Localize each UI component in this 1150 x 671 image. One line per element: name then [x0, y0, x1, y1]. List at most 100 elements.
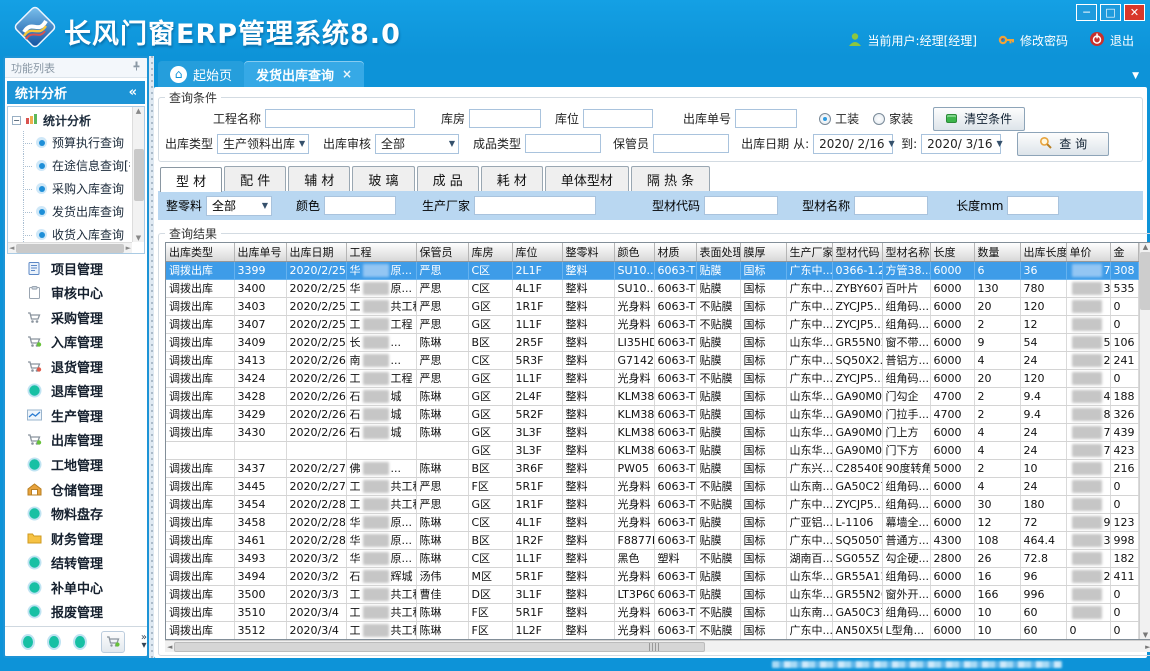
collapse-icon[interactable]: «	[129, 85, 137, 100]
module-dot-icon[interactable]	[75, 636, 85, 648]
table-row[interactable]: 调拨出库35102020/3/4工共工程陈琳F区5R1F整料光身料6063-T5…	[166, 603, 1138, 621]
sidebar-item[interactable]: 结转管理	[5, 553, 147, 572]
logout[interactable]: 退出	[1089, 31, 1134, 50]
table-row[interactable]: 调拨出库34002020/2/25华原...严思C区4L1F整料SU10...6…	[166, 279, 1138, 297]
table-row[interactable]: 调拨出库34932020/3/2华原...陈琳C区1L1F整料黑色塑料不贴膜国标…	[166, 549, 1138, 567]
stats-section-header[interactable]: 统计分析 «	[7, 81, 145, 104]
table-horizontal-scrollbar[interactable]: ◄ ►	[165, 640, 1150, 652]
column-header[interactable]: 长度	[930, 243, 974, 261]
material-tab[interactable]: 型 材	[160, 167, 222, 192]
sidebar-item[interactable]: 财务管理	[5, 529, 147, 548]
tree-horizontal-scrollbar[interactable]: ◄ ►	[8, 242, 132, 253]
column-header[interactable]: 出库日期	[286, 243, 346, 261]
table-row[interactable]: 调拨出库33992020/2/25华原...严思C区2L1F整料SU10...6…	[166, 261, 1138, 279]
sidebar-item[interactable]: 报废管理	[5, 602, 147, 621]
product-type-input[interactable]	[525, 134, 601, 153]
tree-item[interactable]: 预算执行查询	[12, 131, 130, 154]
length-input[interactable]	[1007, 196, 1059, 215]
table-row[interactable]: 调拨出库34302020/2/26石城陈琳G区3L3F整料KLM38176063…	[166, 423, 1138, 441]
date-from-select[interactable]: 2020/ 2/16▼	[813, 134, 893, 154]
scroll-left-icon[interactable]: ◄	[9, 244, 14, 252]
column-header[interactable]: 单价	[1066, 243, 1110, 261]
table-vscroll-thumb[interactable]	[1140, 252, 1150, 310]
minimize-button[interactable]: ─	[1076, 4, 1097, 21]
project-name-input[interactable]	[265, 109, 415, 128]
table-row[interactable]: 调拨出库35122020/3/4工共工程陈琳F区1L2F整料光身料6063-T5…	[166, 621, 1138, 639]
sidebar-item[interactable]: 退库管理	[5, 381, 147, 400]
table-row[interactable]: 调拨出库35002020/3/3工共工程曹佳D区3L1F整料LT3P606063…	[166, 585, 1138, 603]
clear-conditions-button[interactable]: 清空条件	[933, 107, 1025, 131]
material-tab[interactable]: 耗 材	[481, 166, 543, 191]
material-tab[interactable]: 单体型材	[545, 166, 629, 191]
sidebar-item[interactable]: 补单中心	[5, 578, 147, 597]
keeper-input[interactable]	[653, 134, 729, 153]
table-row[interactable]: 调拨出库34032020/2/25工共工程严思G区1R1F整料光身料6063-T…	[166, 297, 1138, 315]
column-header[interactable]: 生产厂家	[786, 243, 832, 261]
sidebar-item[interactable]: 出库管理	[5, 430, 147, 449]
column-header[interactable]: 材质	[654, 243, 696, 261]
column-header[interactable]: 库房	[468, 243, 512, 261]
search-button[interactable]: 查 询	[1017, 132, 1109, 156]
column-header[interactable]: 数量	[974, 243, 1020, 261]
profile-code-input[interactable]	[704, 196, 778, 215]
tree-item[interactable]: 发货出库查询	[12, 200, 130, 223]
column-header[interactable]: 金	[1110, 243, 1138, 261]
column-header[interactable]: 膜厚	[740, 243, 786, 261]
module-dot-icon[interactable]	[49, 636, 59, 648]
whole-part-select[interactable]: 全部▼	[206, 196, 272, 216]
table-row[interactable]: 调拨出库34092020/2/25长...陈琳B区2R5F整料LI35HD606…	[166, 333, 1138, 351]
table-row[interactable]: 调拨出库34372020/2/27佛...陈琳B区3R6F整料PW056063-…	[166, 459, 1138, 477]
sidebar-item[interactable]: 工地管理	[5, 455, 147, 474]
module-dot-icon[interactable]	[23, 636, 33, 648]
table-row[interactable]: 调拨出库34282020/2/26石城陈琳G区2L4F整料KLM38176063…	[166, 387, 1138, 405]
tab-shipping-outbound-query[interactable]: 发货出库查询 ×	[244, 61, 364, 87]
column-header[interactable]: 保管员	[416, 243, 468, 261]
scrollbar-grip[interactable]	[649, 643, 659, 651]
scroll-left-icon[interactable]: ◄	[167, 643, 172, 651]
table-row[interactable]: 调拨出库34072020/2/25工工程严思G区1L1F整料光身料6063-T5…	[166, 315, 1138, 333]
column-header[interactable]: 库位	[512, 243, 562, 261]
sidebar-item[interactable]: 仓储管理	[5, 480, 147, 499]
scroll-right-icon[interactable]: ►	[126, 244, 131, 252]
tree-expander-icon[interactable]: −	[12, 116, 21, 125]
maximize-button[interactable]: □	[1100, 4, 1121, 21]
change-password[interactable]: 修改密码	[998, 32, 1068, 50]
table-hscroll-thumb[interactable]	[174, 642, 705, 652]
sidebar-item[interactable]: 审核中心	[5, 283, 147, 302]
column-header[interactable]: 出库单号	[234, 243, 286, 261]
tabstrip-dropdown-icon[interactable]: ▼	[1132, 71, 1139, 81]
tree-hscroll-thumb[interactable]	[16, 244, 123, 253]
sidebar-item[interactable]: 采购管理	[5, 308, 147, 327]
tab-home[interactable]: ⌂ 起始页	[158, 61, 244, 87]
table-row[interactable]: G区3L3F整料KLM38176063-T5贴膜国标山东华...GA90M09.…	[166, 441, 1138, 459]
sidebar-item[interactable]: 入库管理	[5, 332, 147, 351]
scroll-up-icon[interactable]: ▲	[136, 107, 141, 115]
outbound-audit-select[interactable]: 全部▼	[375, 134, 459, 154]
column-header[interactable]: 整零料	[562, 243, 614, 261]
table-row[interactable]: 调拨出库34612020/2/28华原...陈琳B区1R2F整料F8877FT6…	[166, 531, 1138, 549]
color-input[interactable]	[324, 196, 396, 215]
material-tab[interactable]: 辅 材	[288, 166, 350, 191]
column-header[interactable]: 工程	[346, 243, 416, 261]
table-row[interactable]: 调拨出库34132020/2/26南...严思C区5R3F整料G71422606…	[166, 351, 1138, 369]
pin-icon[interactable]	[132, 61, 141, 74]
scroll-up-icon[interactable]: ▲	[1143, 243, 1148, 251]
table-row[interactable]: 调拨出库34292020/2/26石城陈琳G区5R2F整料KLM38176063…	[166, 405, 1138, 423]
tree-item[interactable]: 采购入库查询	[12, 177, 130, 200]
table-vertical-scrollbar[interactable]: ▲ ▼	[1139, 243, 1150, 639]
scroll-right-icon[interactable]: ►	[1145, 643, 1150, 651]
date-to-select[interactable]: 2020/ 3/16▼	[921, 134, 1001, 154]
cart-module-button[interactable]	[101, 631, 125, 653]
table-row[interactable]: 调拨出库34942020/3/2石辉城汤伟M区5R1F整料光身料6063-T5贴…	[166, 567, 1138, 585]
sidebar-item[interactable]: 退货管理	[5, 357, 147, 376]
radio-gongzhuang[interactable]: 工装	[819, 110, 859, 127]
table-row[interactable]: 调拨出库34242020/2/26工工程严思G区1L1F整料光身料6063-T5…	[166, 369, 1138, 387]
table-row[interactable]: 调拨出库34582020/2/28华原...陈琳C区4L1F整料光身料6063-…	[166, 513, 1138, 531]
close-button[interactable]: ✕	[1124, 4, 1145, 21]
scroll-down-icon[interactable]: ▼	[1143, 631, 1148, 639]
overflow-chevron[interactable]: »▾	[141, 634, 147, 650]
outbound-type-select[interactable]: 生产领料出库▼	[217, 134, 309, 154]
table-row[interactable]: 调拨出库34452020/2/27工共工程严思F区5R1F整料光身料6063-T…	[166, 477, 1138, 495]
material-tab[interactable]: 玻 璃	[352, 166, 414, 191]
manufacturer-input[interactable]	[474, 196, 596, 215]
